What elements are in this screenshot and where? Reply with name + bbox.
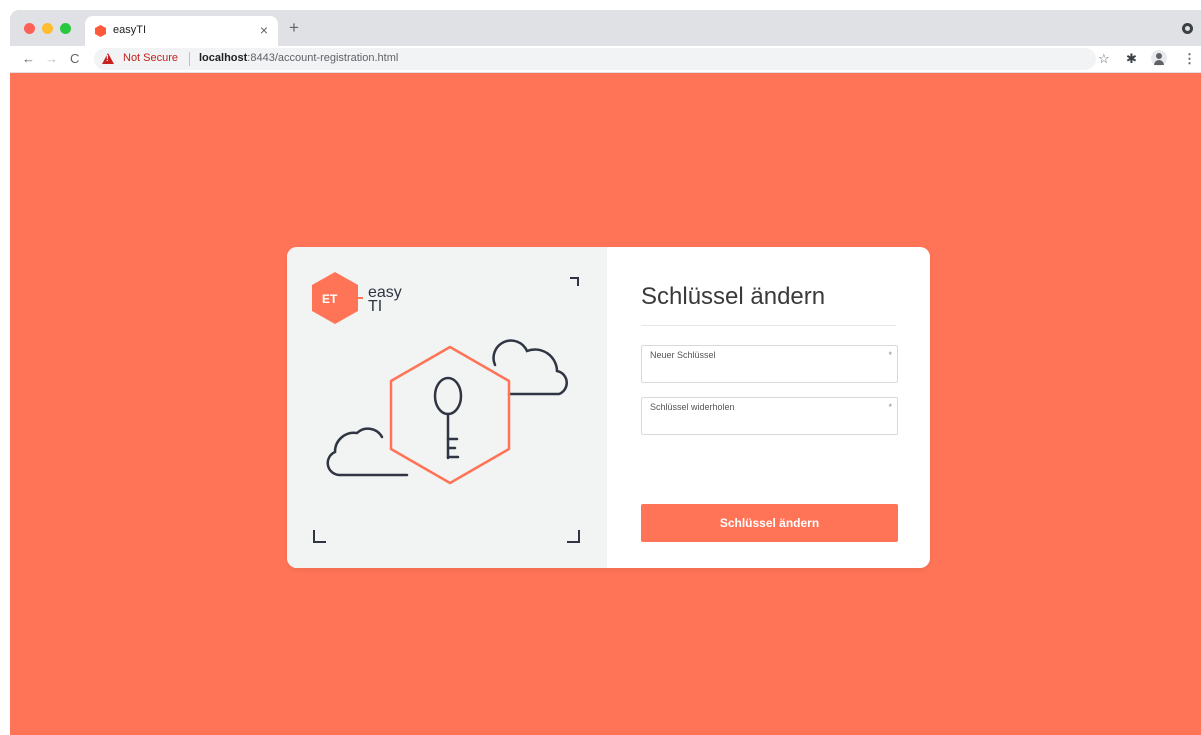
key-icon [433, 376, 463, 460]
change-key-card: ET easy TI Schlüssel ändern Neuer Schlüs… [287, 247, 930, 568]
profile-avatar-icon[interactable] [1151, 50, 1167, 66]
favicon-icon [95, 25, 106, 37]
illustration-panel: ET easy TI [287, 247, 607, 568]
tab-strip: easyTI × + [10, 10, 1201, 46]
maximize-window-button[interactable] [60, 23, 71, 34]
tab-title: easyTI [113, 24, 147, 36]
tab-search-icon[interactable] [1182, 23, 1193, 34]
logo-badge-text: ET [322, 292, 338, 306]
new-key-label: Neuer Schlüssel [650, 350, 716, 360]
back-button[interactable]: ← [22, 51, 35, 66]
forward-button[interactable]: → [45, 51, 58, 66]
corner-bracket-top-right-icon [570, 277, 579, 286]
extensions-icon[interactable]: ✱ [1126, 51, 1137, 67]
new-key-input[interactable] [649, 363, 885, 380]
url-host: localhost [199, 52, 248, 64]
url-text[interactable]: localhost:8443/account-registration.html [199, 52, 398, 64]
corner-bracket-bottom-right-icon [567, 530, 580, 543]
warning-icon[interactable] [102, 53, 114, 64]
tab-close-icon[interactable]: × [260, 22, 268, 38]
logo-text-ti: TI [368, 298, 382, 315]
required-marker: * [888, 402, 892, 412]
browser-tab[interactable]: easyTI × [85, 16, 278, 46]
corner-bracket-bottom-left-icon [313, 530, 326, 543]
url-path: :8443/account-registration.html [247, 52, 399, 64]
cloud-icon [492, 339, 568, 396]
form-panel: Schlüssel ändern Neuer Schlüssel * Schlü… [607, 247, 930, 568]
brand-logo: ET easy TI [312, 272, 402, 324]
bookmark-star-icon[interactable]: ☆ [1098, 51, 1110, 67]
illustration: ET easy TI [312, 272, 580, 543]
repeat-key-label: Schlüssel widerholen [650, 402, 735, 412]
new-key-field[interactable]: Neuer Schlüssel * [641, 345, 898, 383]
new-tab-button[interactable]: + [289, 18, 299, 38]
form-title: Schlüssel ändern [641, 283, 826, 310]
browser-toolbar: ← → C Not Secure localhost:8443/account-… [10, 46, 1201, 73]
minimize-window-button[interactable] [42, 23, 53, 34]
repeat-key-field[interactable]: Schlüssel widerholen * [641, 397, 898, 435]
security-indicator[interactable]: Not Secure [123, 52, 178, 64]
browser-window: easyTI × + ← → C Not Secure localhost:84… [10, 10, 1201, 735]
title-divider [641, 325, 896, 326]
change-key-button[interactable]: Schlüssel ändern [641, 504, 898, 542]
required-marker: * [888, 350, 892, 360]
address-separator [189, 52, 190, 66]
close-window-button[interactable] [24, 23, 35, 34]
repeat-key-input[interactable] [649, 415, 885, 432]
address-bar[interactable]: Not Secure localhost:8443/account-regist… [94, 48, 1096, 70]
browser-menu-icon[interactable]: ⋮ [1183, 51, 1196, 67]
reload-button[interactable]: C [70, 51, 79, 66]
